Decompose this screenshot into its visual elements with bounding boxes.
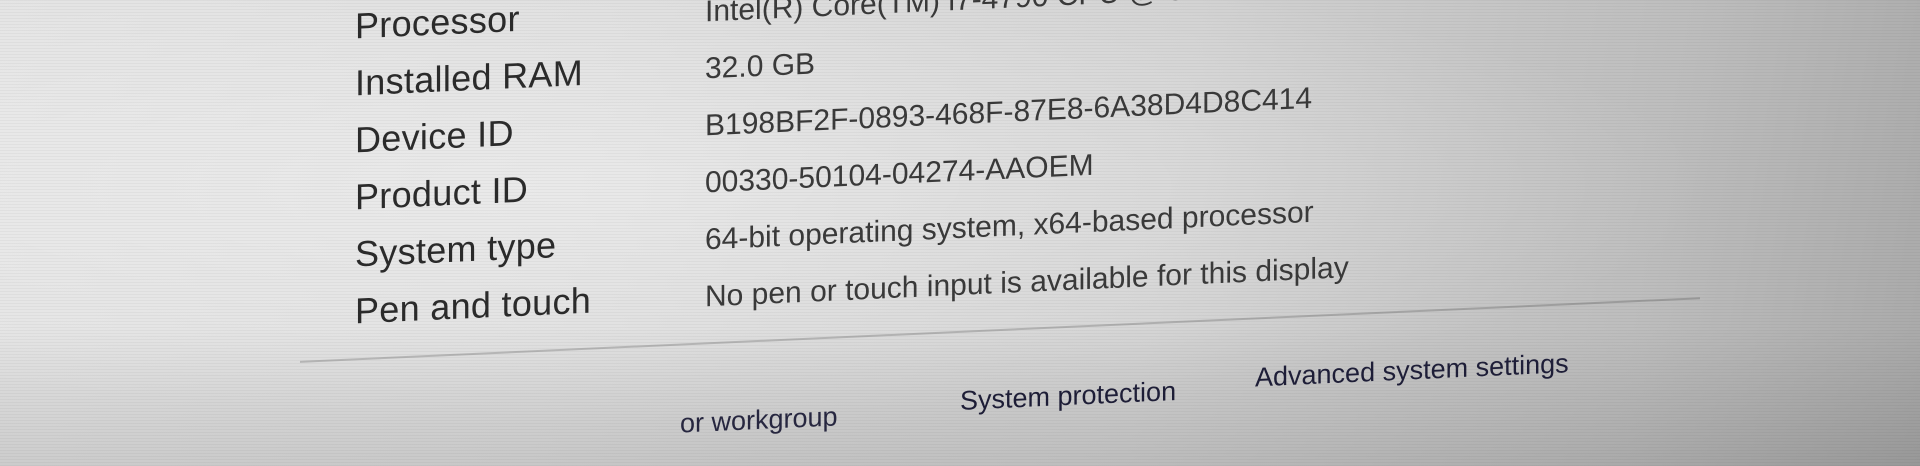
- spec-value-installed-ram: 32.0 GB: [705, 47, 816, 86]
- spec-label-device-id: Device ID: [355, 112, 514, 161]
- domain-or-workgroup-link[interactable]: or workgroup: [680, 401, 838, 439]
- device-specifications-panel: Processor Intel(R) Core(TM) i7-4790 CPU …: [300, 0, 1700, 466]
- system-protection-link[interactable]: System protection: [960, 376, 1176, 417]
- spec-label-processor: Processor: [355, 0, 520, 47]
- spec-label-installed-ram: Installed RAM: [355, 51, 583, 104]
- spec-label-system-type: System type: [355, 224, 557, 275]
- spec-value-pen-and-touch: No pen or touch input is available for t…: [705, 251, 1349, 314]
- spec-label-pen-and-touch: Pen and touch: [355, 279, 592, 332]
- about-settings-screen: Processor Intel(R) Core(TM) i7-4790 CPU …: [0, 0, 1920, 466]
- spec-label-product-id: Product ID: [355, 168, 529, 218]
- advanced-system-settings-link[interactable]: Advanced system settings: [1255, 348, 1569, 393]
